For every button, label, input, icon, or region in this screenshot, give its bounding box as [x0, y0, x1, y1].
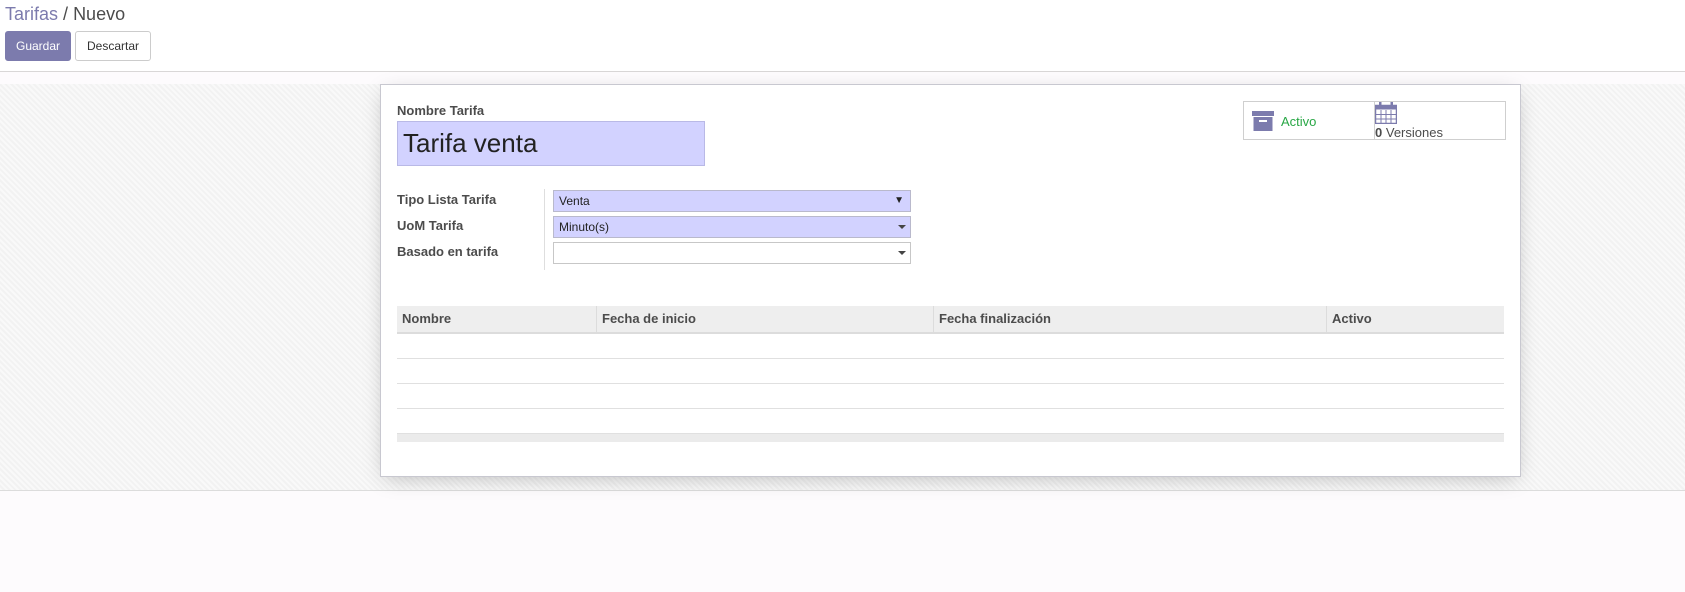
versions-button[interactable]: 0 Versiones [1374, 102, 1505, 140]
uom-select[interactable]: Minuto(s) [553, 216, 911, 238]
discard-button[interactable]: Descartar [75, 31, 151, 61]
caret-down-icon [898, 251, 906, 255]
breadcrumb-tarifas-link[interactable]: Tarifas [5, 4, 58, 24]
basado-en-tarifa-select[interactable] [553, 242, 911, 264]
table-row [397, 384, 1504, 409]
uom-value: Minuto(s) [559, 220, 610, 234]
caret-down-icon [898, 225, 906, 229]
tipo-lista-value: Venta [559, 194, 590, 208]
smart-button-box: Activo 0 Versiones [1243, 101, 1506, 140]
breadcrumb-separator: / [63, 4, 69, 24]
name-field-label: Nombre Tarifa [397, 103, 485, 118]
versions-count: 0 [1375, 125, 1383, 140]
breadcrumb-current: Nuevo [73, 4, 126, 24]
calendar-icon [1375, 102, 1397, 124]
breadcrumb: Tarifas / Nuevo [5, 2, 125, 26]
field-label-tipo-lista: Tipo Lista Tarifa [397, 192, 497, 207]
field-separator [544, 189, 545, 270]
dropdown-triangle-icon: ▼ [894, 195, 904, 206]
save-button[interactable]: Guardar [5, 31, 71, 61]
table-footer [397, 434, 1504, 442]
versions-label: Versiones [1385, 125, 1443, 140]
active-label: Activo [1281, 114, 1317, 129]
column-header-activo[interactable]: Activo [1326, 306, 1504, 332]
field-label-uom: UoM Tarifa [397, 218, 464, 233]
column-header-nombre[interactable]: Nombre [397, 306, 596, 332]
column-header-fecha-finalizacion[interactable]: Fecha finalización [933, 306, 1326, 332]
table-header: Nombre Fecha de inicio Fecha finalizació… [397, 306, 1504, 334]
table-row [397, 334, 1504, 359]
column-header-fecha-inicio[interactable]: Fecha de inicio [596, 306, 933, 332]
archive-icon [1252, 111, 1274, 131]
control-panel: Tarifas / Nuevo Guardar Descartar [0, 0, 1685, 72]
tipo-lista-select[interactable]: Venta ▼ [553, 190, 911, 212]
versions-table: Nombre Fecha de inicio Fecha finalizació… [397, 306, 1504, 442]
name-input[interactable]: Tarifa venta [397, 121, 705, 166]
active-toggle-button[interactable]: Activo [1244, 102, 1374, 139]
field-label-basado: Basado en tarifa [397, 244, 499, 259]
table-row [397, 409, 1504, 434]
table-row [397, 359, 1504, 384]
versions-stat: 0 Versiones [1375, 126, 1443, 140]
form-sheet: Nombre Tarifa Tarifa venta Activo 0 Vers… [380, 84, 1521, 477]
